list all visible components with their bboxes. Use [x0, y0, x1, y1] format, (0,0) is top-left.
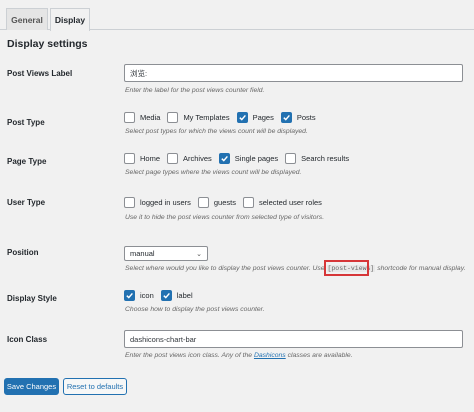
chevron-down-icon: ⌄	[196, 250, 202, 258]
tab-general[interactable]: General	[6, 8, 48, 30]
post-views-label-description: Enter the label for the post views count…	[125, 87, 265, 94]
post-views-label-input[interactable]: 浏览:	[124, 64, 463, 82]
user-type-logged-in-label: logged in users	[140, 198, 191, 207]
page-type-description: Select page types where the views count …	[125, 169, 302, 176]
post-type-media-label: Media	[140, 113, 161, 122]
post-type-templates-label: My Templates	[183, 113, 230, 122]
post-type-pages-checkbox[interactable]	[236, 112, 248, 123]
section-title: Display settings	[7, 38, 88, 50]
user-type-logged-in-checkbox[interactable]	[124, 197, 135, 208]
post-type-media-checkbox[interactable]	[124, 112, 135, 123]
reset-defaults-button[interactable]: Reset to defaults	[63, 378, 127, 395]
page-type-home-label: Home	[140, 154, 161, 163]
page-type-archives-label: Archives	[183, 154, 212, 163]
post-type-description: Select post types for which the views co…	[125, 128, 308, 135]
user-type-description: Use it to hide the post views counter fr…	[125, 214, 325, 221]
checkmark-icon	[221, 155, 228, 162]
position-select[interactable]: manual ⌄	[124, 246, 208, 261]
icon-class-description: Enter the post views icon class. Any of …	[125, 352, 353, 359]
icon-class-heading: Icon Class	[7, 335, 48, 344]
display-style-heading: Display Style	[7, 294, 57, 303]
user-type-options: logged in users guests selected user rol…	[124, 197, 329, 208]
display-style-label-label: label	[176, 291, 193, 300]
tab-display[interactable]: Display	[50, 8, 90, 31]
user-type-guests-label: guests	[213, 198, 236, 207]
user-type-heading: User Type	[7, 198, 46, 207]
shortcode-highlight-box	[324, 260, 369, 276]
position-selected-value: manual	[130, 249, 155, 258]
icon-class-description-after: classes are available.	[287, 352, 353, 359]
post-type-posts-label: Posts	[296, 113, 316, 122]
page-type-search-checkbox[interactable]	[285, 153, 297, 164]
page-type-options: Home Archives Single pages Search result…	[124, 153, 356, 164]
post-type-heading: Post Type	[7, 118, 45, 127]
checkmark-icon	[163, 292, 170, 299]
checkmark-icon	[126, 292, 133, 299]
position-description: Select where would you like to display t…	[125, 265, 465, 272]
post-views-label-heading: Post Views Label	[7, 69, 73, 78]
icon-class-value: dashicons-chart-bar	[130, 334, 197, 344]
page-type-home-checkbox[interactable]	[124, 153, 135, 164]
display-style-description: Choose how to display the post views cou…	[125, 306, 265, 313]
page-type-heading: Page Type	[7, 157, 47, 166]
post-type-pages-label: Pages	[252, 113, 274, 122]
position-heading: Position	[7, 248, 39, 257]
page-type-archives-checkbox[interactable]	[167, 153, 179, 164]
post-type-options: Media My Templates Pages Posts	[124, 112, 323, 123]
position-description-before: Select where would you like to display t…	[125, 265, 325, 272]
display-style-icon-label: icon	[140, 291, 154, 300]
dashicons-link[interactable]: Dashicons	[254, 352, 286, 359]
user-type-guests-checkbox[interactable]	[197, 197, 209, 208]
post-views-label-value: 浏览:	[130, 68, 148, 78]
checkmark-icon	[238, 114, 246, 121]
page-type-search-label: Search results	[301, 154, 350, 163]
page-type-single-checkbox[interactable]	[218, 153, 230, 164]
page-type-single-label: Single pages	[234, 154, 279, 163]
icon-class-input[interactable]: dashicons-chart-bar	[124, 330, 463, 348]
position-description-after: shortcode for manual display.	[377, 265, 466, 272]
display-style-label-checkbox[interactable]	[160, 290, 172, 301]
user-type-roles-label: selected user roles	[258, 198, 322, 207]
post-type-posts-checkbox[interactable]	[280, 112, 292, 123]
user-type-roles-checkbox[interactable]	[242, 197, 254, 208]
display-style-options: icon label	[124, 290, 200, 301]
save-changes-button[interactable]: Save Changes	[4, 378, 59, 395]
settings-tabs: General Display	[0, 0, 474, 31]
checkmark-icon	[283, 114, 290, 121]
icon-class-description-before: Enter the post views icon class. Any of …	[125, 352, 253, 359]
post-type-templates-checkbox[interactable]	[167, 112, 179, 123]
display-style-icon-checkbox[interactable]	[124, 290, 135, 301]
